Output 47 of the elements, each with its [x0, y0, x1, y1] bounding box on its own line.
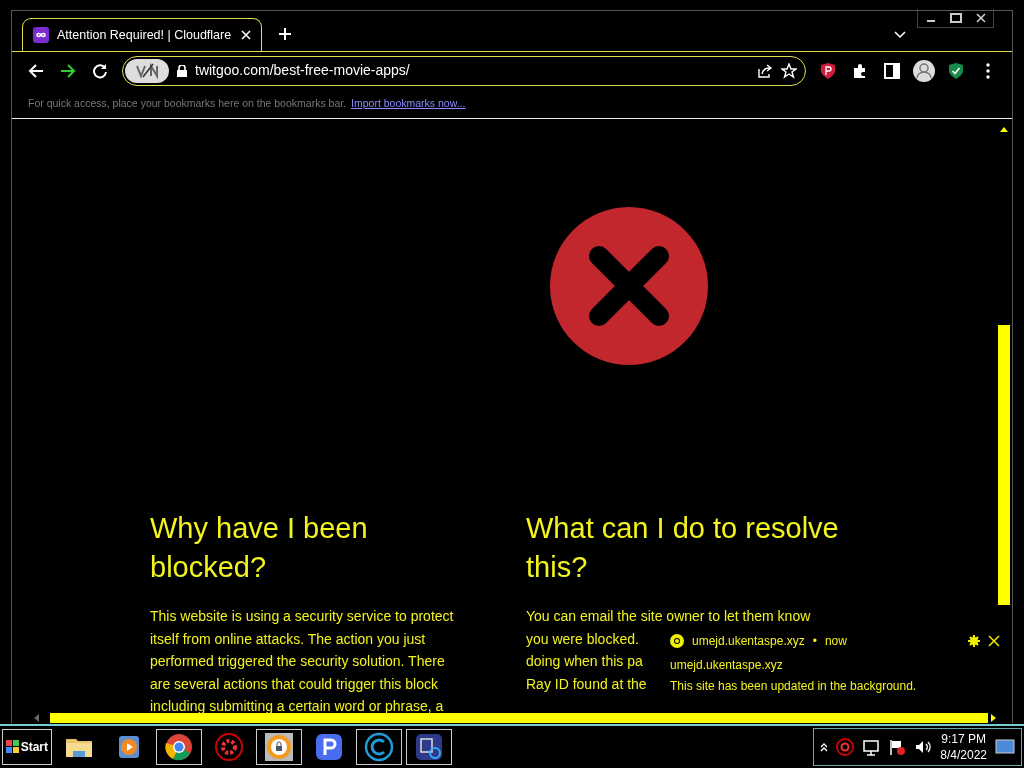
- paragraph-line: including submitting a certain word or phrase, a: [150, 697, 444, 713]
- close-icon[interactable]: [988, 635, 1000, 647]
- scroll-right-icon[interactable]: [990, 713, 998, 723]
- vpn-icon[interactable]: [125, 58, 169, 83]
- start-button[interactable]: Start: [2, 729, 52, 765]
- scroll-left-icon[interactable]: [32, 713, 40, 723]
- infinity-icon: [33, 27, 49, 43]
- error-x-icon: [550, 207, 708, 365]
- clock-time: 9:17 PM: [940, 731, 987, 747]
- image-sync-icon[interactable]: [406, 729, 452, 765]
- notification-title: umejd.ukentaspe.xyz: [670, 657, 784, 674]
- settings-icon[interactable]: [968, 635, 980, 647]
- paragraph-line: doing when this pa: [526, 652, 643, 671]
- share-icon[interactable]: [757, 62, 773, 79]
- lock-shield-icon[interactable]: [256, 729, 302, 765]
- paragraph-line: are several actions that could trigger this block: [150, 674, 438, 694]
- section-heading: Why have I been blocked?: [150, 511, 369, 585]
- paragraph-line: You can email the site owner to let them know: [526, 607, 811, 626]
- c-app-icon[interactable]: [356, 729, 402, 765]
- paragraph-line: you were blocked.: [526, 629, 639, 649]
- separator-dot: •: [812, 633, 817, 650]
- notification-origin: umejd.ukentaspe.xyz: [692, 633, 805, 650]
- four-squares-icon: [6, 740, 19, 754]
- lock-icon: [177, 64, 187, 77]
- paragraph-line: performed triggered the security solution. There: [150, 652, 445, 671]
- chevron-up-icon[interactable]: [820, 742, 829, 752]
- chevron-down-icon[interactable]: [894, 31, 906, 39]
- bookmarks-hint: For quick access, place your bookmarks here on the bookmarks bar.: [28, 95, 347, 111]
- import-bookmarks-link[interactable]: Import bookmarks now...: [351, 95, 466, 112]
- tab-title: Attention Required! | Cloudflare: [57, 26, 233, 44]
- notification-time: now: [824, 633, 847, 650]
- scrollbar-thumb[interactable]: [50, 713, 988, 723]
- paragraph-line: itself from online attacks. The action you just: [150, 629, 426, 649]
- show-desktop-icon[interactable]: [995, 738, 1015, 756]
- star-icon[interactable]: [781, 62, 797, 79]
- flag-icon[interactable]: [888, 738, 907, 756]
- browser-tab[interactable]: Attention Required! | Cloudflare: [22, 18, 262, 51]
- url-text: twitgoo.com/best-free-movie-apps/: [195, 61, 411, 80]
- paragraph-line: Ray ID found at the: [526, 674, 647, 694]
- notification-message: This site has been updated in the background.: [670, 678, 918, 695]
- scroll-up-icon[interactable]: [998, 125, 1010, 133]
- section-heading: What can I do to resolve this?: [526, 511, 840, 585]
- scrollbar-thumb[interactable]: [998, 325, 1010, 605]
- clock-date: 8/4/2022: [940, 747, 987, 763]
- paragraph-line: This website is using a security service to protect: [150, 607, 454, 626]
- network-icon[interactable]: [862, 738, 881, 756]
- plus-icon[interactable]: [278, 27, 292, 41]
